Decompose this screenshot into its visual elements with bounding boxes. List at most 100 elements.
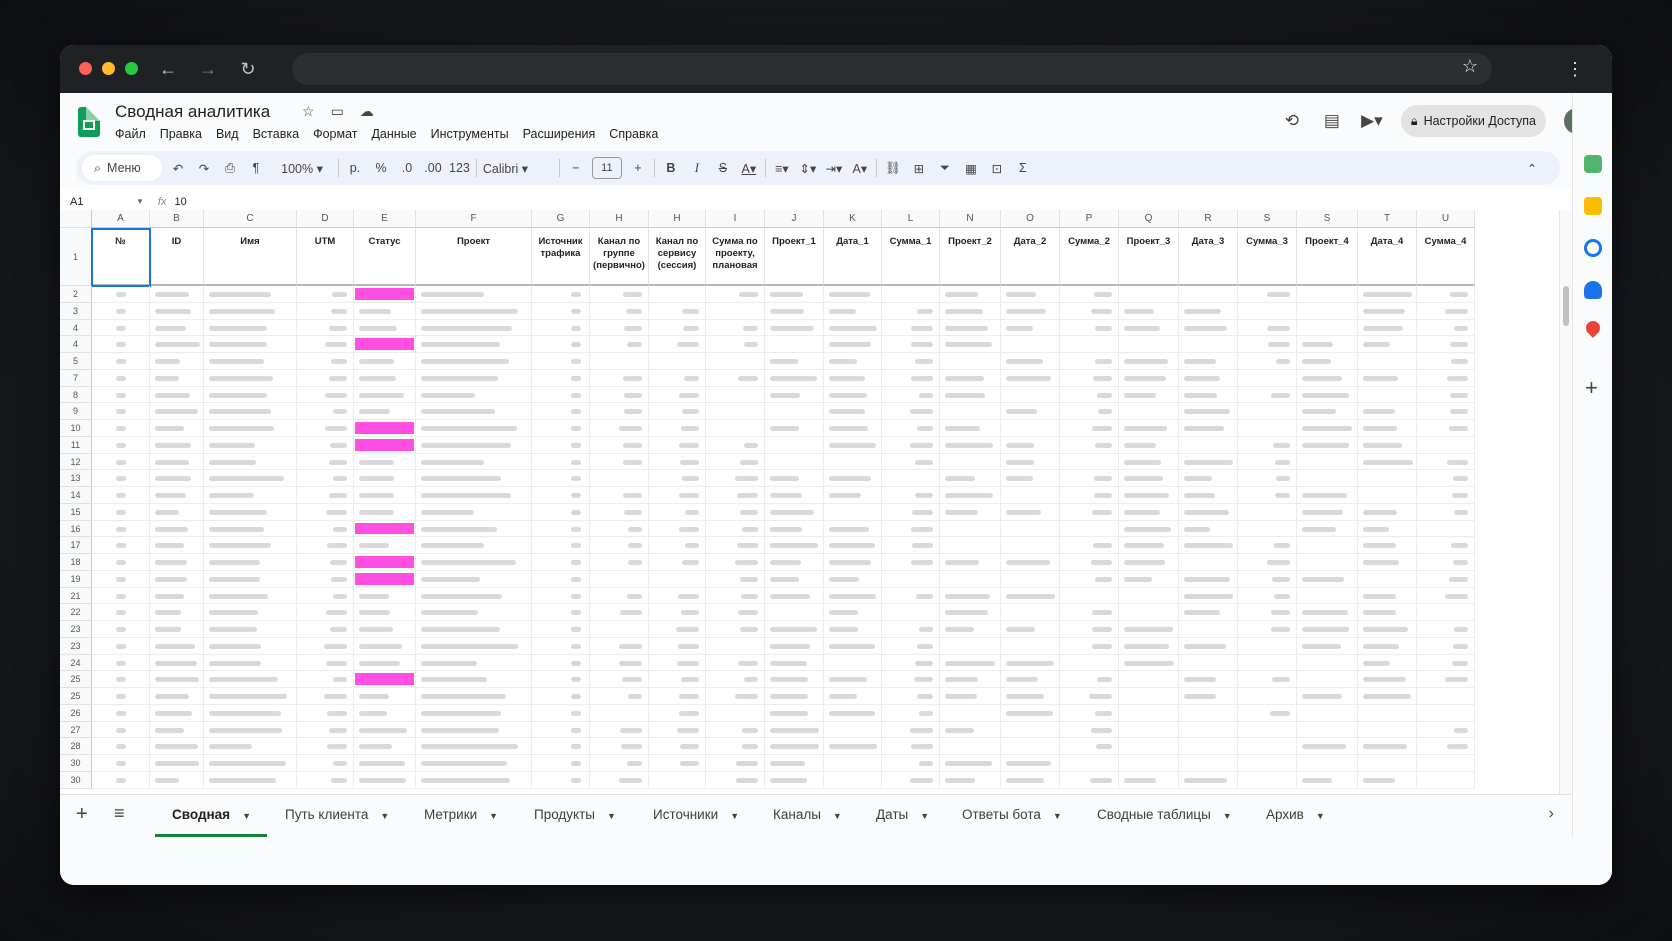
cell[interactable] xyxy=(1417,453,1475,471)
cell[interactable] xyxy=(1358,570,1417,588)
cell[interactable] xyxy=(297,470,354,487)
cell[interactable] xyxy=(1060,353,1119,370)
cell[interactable] xyxy=(706,621,765,638)
cell[interactable] xyxy=(765,554,824,571)
cell[interactable] xyxy=(1358,637,1417,655)
cell[interactable] xyxy=(1119,604,1179,621)
cell[interactable] xyxy=(706,420,765,437)
cell[interactable] xyxy=(649,420,706,437)
cell[interactable] xyxy=(882,587,940,605)
cell[interactable] xyxy=(590,671,649,688)
header-cell[interactable]: Проект_3 xyxy=(1119,228,1179,286)
cell[interactable] xyxy=(1358,436,1417,454)
cell[interactable] xyxy=(532,537,590,554)
row-header[interactable]: 1 xyxy=(60,228,92,286)
menu-item[interactable]: Правка xyxy=(160,127,202,141)
cell[interactable] xyxy=(416,554,532,571)
cell[interactable] xyxy=(532,721,590,739)
cell[interactable] xyxy=(706,604,765,621)
cell[interactable] xyxy=(824,637,882,655)
cell[interactable] xyxy=(416,319,532,337)
cell[interactable] xyxy=(297,353,354,370)
cell[interactable] xyxy=(532,570,590,588)
cell[interactable] xyxy=(204,420,297,437)
cell[interactable] xyxy=(765,704,824,722)
row-header[interactable]: 3 xyxy=(60,302,92,320)
cell[interactable] xyxy=(1001,420,1060,437)
cell[interactable] xyxy=(1238,286,1297,303)
cell[interactable] xyxy=(590,570,649,588)
cell[interactable] xyxy=(1001,369,1060,387)
cell[interactable] xyxy=(1119,554,1179,571)
cell[interactable] xyxy=(92,654,150,672)
cell[interactable] xyxy=(706,520,765,538)
cell[interactable] xyxy=(1238,319,1297,337)
cell[interactable] xyxy=(92,420,150,437)
cell[interactable] xyxy=(297,604,354,621)
cell[interactable] xyxy=(354,336,416,353)
cell[interactable] xyxy=(940,336,1001,353)
cell[interactable] xyxy=(706,554,765,571)
cell[interactable] xyxy=(150,554,204,571)
cell[interactable] xyxy=(1060,721,1119,739)
header-cell[interactable]: Сумма_3 xyxy=(1238,228,1297,286)
cell[interactable] xyxy=(204,470,297,487)
cell[interactable] xyxy=(92,453,150,471)
cell[interactable] xyxy=(354,570,416,588)
cell[interactable] xyxy=(532,319,590,337)
cell[interactable] xyxy=(590,704,649,722)
zoom-select[interactable]: 100% ▾ xyxy=(272,161,332,176)
cell[interactable] xyxy=(150,587,204,605)
cell[interactable] xyxy=(882,755,940,772)
cell[interactable] xyxy=(204,771,297,789)
cell[interactable] xyxy=(1119,286,1179,303)
cell[interactable] xyxy=(1417,637,1475,655)
cell[interactable] xyxy=(532,637,590,655)
cell[interactable] xyxy=(204,587,297,605)
cell[interactable] xyxy=(706,302,765,320)
tab-menu-caret-icon[interactable]: ▼ xyxy=(833,811,842,821)
cell[interactable] xyxy=(416,403,532,420)
cell[interactable] xyxy=(92,721,150,739)
cell[interactable] xyxy=(1060,554,1119,571)
row-header[interactable]: 14 xyxy=(60,487,92,504)
cell[interactable] xyxy=(1001,771,1060,789)
spreadsheet-grid[interactable]: A № B ID C Имя D UTM E Статус F Проект G Источник тра… xyxy=(60,210,1560,801)
cell[interactable] xyxy=(297,621,354,638)
cell[interactable] xyxy=(1417,503,1475,521)
cell[interactable] xyxy=(1238,587,1297,605)
cell[interactable] xyxy=(882,738,940,755)
cell[interactable] xyxy=(882,570,940,588)
cell[interactable] xyxy=(416,286,532,303)
cell[interactable] xyxy=(354,453,416,471)
cell[interactable] xyxy=(297,704,354,722)
cell[interactable] xyxy=(765,336,824,353)
cell[interactable] xyxy=(416,436,532,454)
cell[interactable] xyxy=(649,688,706,705)
formula-input[interactable]: 10 xyxy=(174,196,186,208)
cell[interactable] xyxy=(532,487,590,504)
sheets-logo-icon[interactable] xyxy=(78,107,100,137)
text-rotation-icon[interactable]: A▾ xyxy=(850,161,870,176)
cell[interactable] xyxy=(1238,487,1297,504)
cell[interactable] xyxy=(1119,470,1179,487)
close-window-button[interactable] xyxy=(79,62,92,75)
cell[interactable] xyxy=(92,537,150,554)
cell[interactable] xyxy=(1238,755,1297,772)
cell[interactable] xyxy=(706,470,765,487)
cell[interactable] xyxy=(1060,386,1119,404)
cell[interactable] xyxy=(1238,453,1297,471)
reload-icon[interactable]: ↻ xyxy=(236,57,260,81)
sheet-tab[interactable]: Источники ▼ xyxy=(653,807,739,822)
row-header[interactable]: 9 xyxy=(60,403,92,420)
cell[interactable] xyxy=(297,520,354,538)
cell[interactable] xyxy=(1060,286,1119,303)
contacts-icon[interactable] xyxy=(1584,281,1602,299)
cell[interactable] xyxy=(354,386,416,404)
cell[interactable] xyxy=(649,336,706,353)
header-cell[interactable]: Сумма_1 xyxy=(882,228,940,286)
maximize-window-button[interactable] xyxy=(125,62,138,75)
cell[interactable] xyxy=(706,738,765,755)
cell[interactable] xyxy=(824,621,882,638)
cell[interactable] xyxy=(1119,420,1179,437)
